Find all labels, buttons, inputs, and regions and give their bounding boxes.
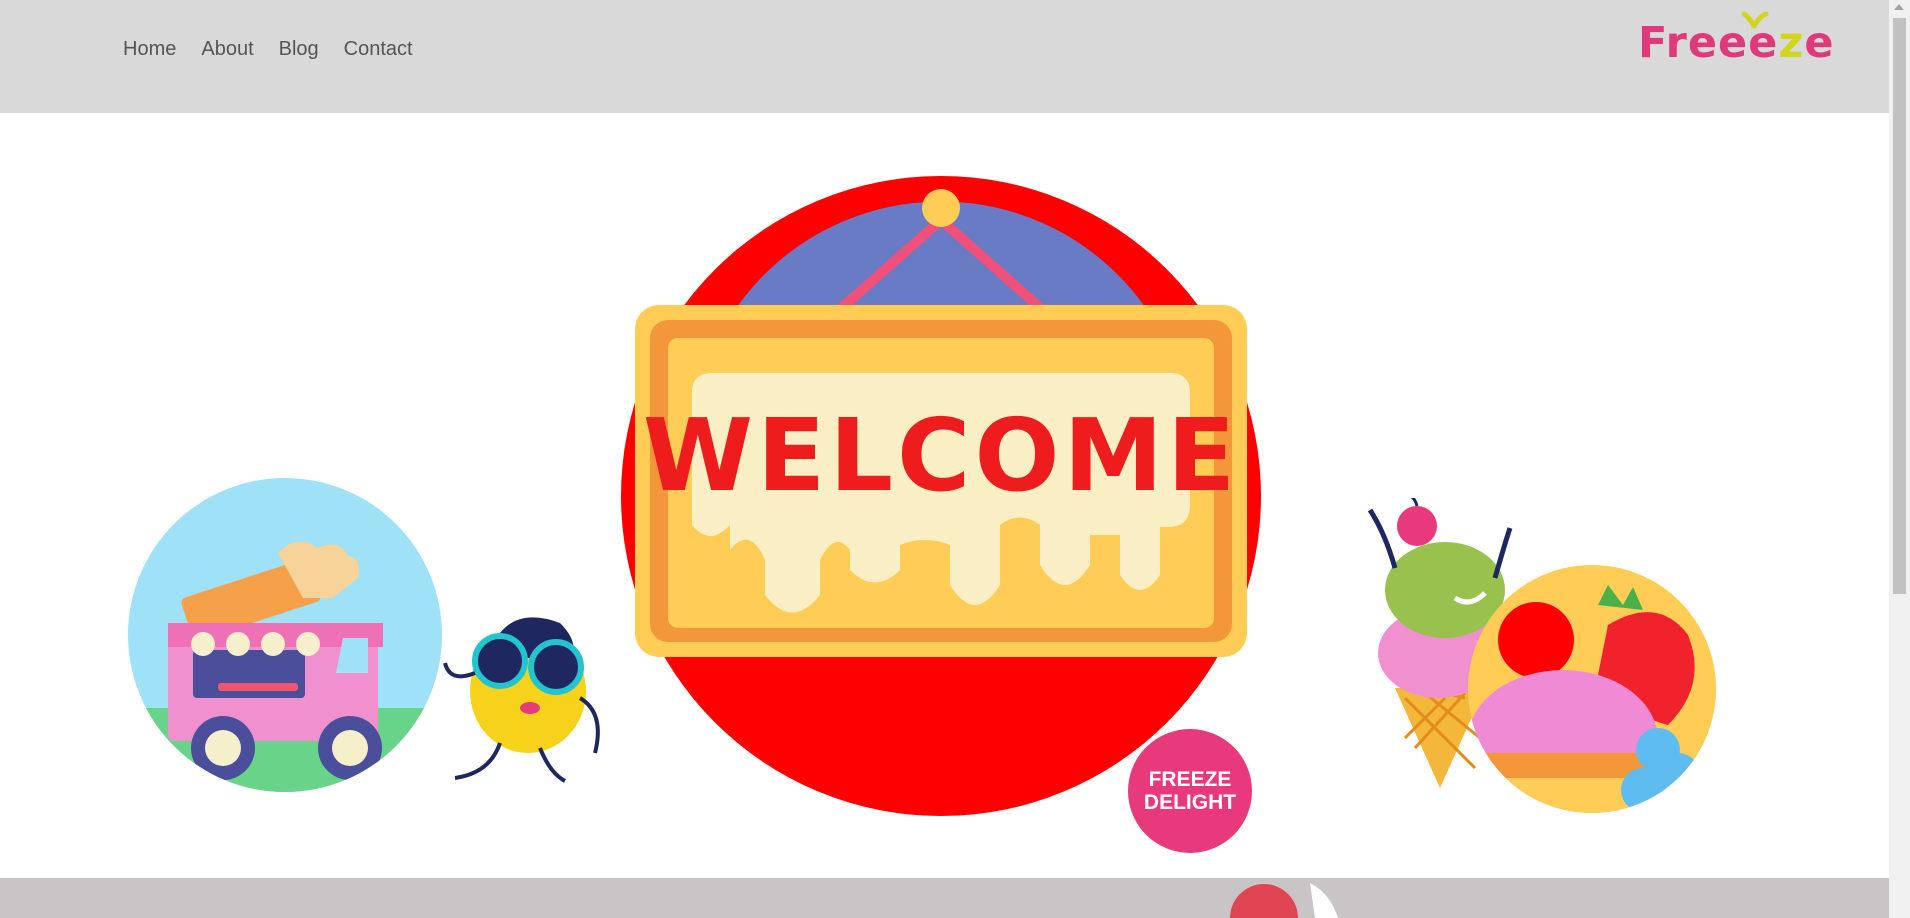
welcome-sign-text: WELCOME — [643, 397, 1240, 514]
scroll-up-icon[interactable] — [1894, 4, 1904, 10]
badge-label: FREEZE DELIGHT — [1144, 768, 1236, 814]
top-navigation: Home About Blog Contact Freeeze — [0, 0, 1889, 113]
footer-bar — [0, 878, 1889, 918]
logo-text-part2: z — [1778, 18, 1805, 68]
badge-line1: FREEZE — [1148, 768, 1232, 791]
nav-link-blog[interactable]: Blog — [279, 38, 319, 61]
welcome-sign-illustration: WELCOME — [621, 176, 1261, 816]
badge-line2: DELIGHT — [1143, 791, 1237, 814]
scroll-thumb[interactable] — [1893, 18, 1906, 594]
freeze-delight-badge[interactable]: FREEZE DELIGHT — [1128, 729, 1252, 853]
lemon-mascot-illustration — [443, 617, 600, 783]
fruit-dessert-illustration — [1468, 565, 1716, 813]
ice-cream-truck-illustration — [128, 478, 442, 792]
logo-text-part3: e — [1804, 18, 1835, 68]
logo-text: Freeeze — [1638, 22, 1835, 65]
nav-link-about[interactable]: About — [201, 38, 253, 61]
nav-link-home[interactable]: Home — [123, 38, 176, 61]
footer-decoration-icon — [1230, 883, 1338, 918]
nav-links: Home About Blog Contact — [123, 38, 413, 61]
hero-section: WELCOME FREEZE DELIGHT — [0, 113, 1889, 878]
nav-link-contact[interactable]: Contact — [344, 38, 413, 61]
logo-text-part1: Freee — [1638, 18, 1779, 68]
brand-logo[interactable]: Freeeze — [1636, 6, 1836, 66]
page-scrollbar[interactable] — [1889, 0, 1910, 918]
